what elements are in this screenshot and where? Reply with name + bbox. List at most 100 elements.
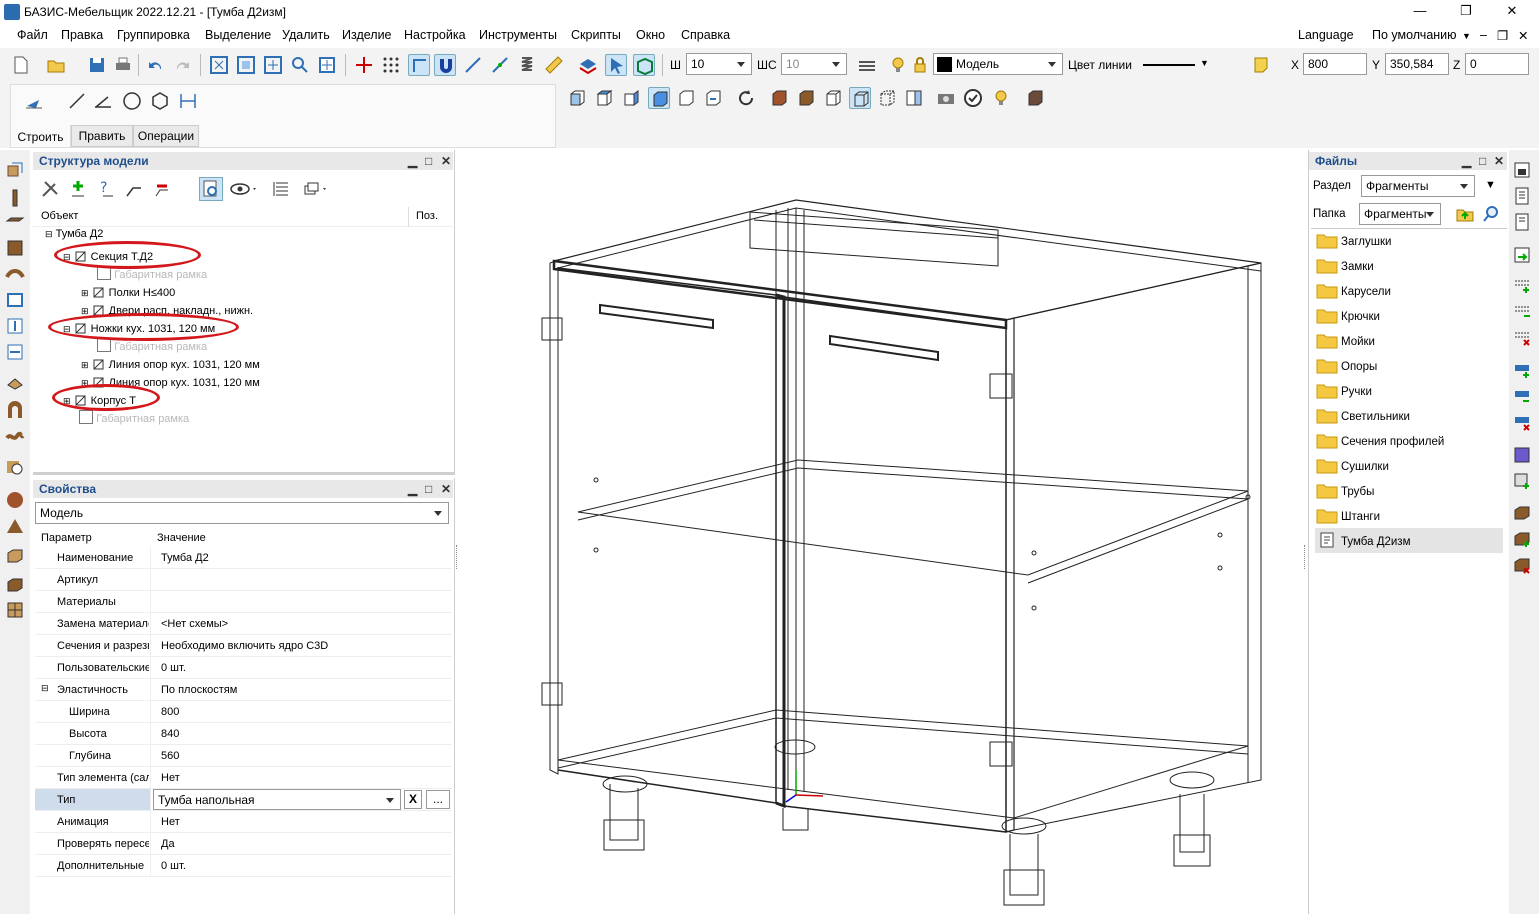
band-add-icon[interactable] bbox=[1512, 360, 1532, 380]
view-top-icon[interactable] bbox=[593, 87, 615, 109]
check-icon[interactable] bbox=[962, 87, 984, 109]
sticky-note-icon[interactable] bbox=[1250, 54, 1272, 76]
cutout-add-icon[interactable] bbox=[1512, 471, 1532, 491]
prop-row-width[interactable]: Ширина 800 bbox=[35, 701, 452, 723]
maximize-icon[interactable]: ❐ bbox=[1443, 0, 1489, 24]
shaded-render-icon[interactable] bbox=[795, 87, 817, 109]
drawer-icon[interactable] bbox=[5, 574, 25, 594]
view-iso-icon[interactable] bbox=[648, 87, 670, 109]
pan-icon[interactable] bbox=[316, 54, 338, 76]
prop-row-additional[interactable]: Дополнительные 0 шт. bbox=[35, 855, 452, 877]
box-icon[interactable] bbox=[5, 546, 25, 566]
x-coordinate-input[interactable]: 800 bbox=[1303, 53, 1367, 75]
file-item-truby[interactable]: Трубы bbox=[1341, 486, 1374, 498]
undo-icon[interactable] bbox=[145, 54, 167, 76]
file-item-moiki[interactable]: Мойки bbox=[1341, 336, 1375, 348]
visibility-eye-icon[interactable] bbox=[229, 178, 259, 200]
new-file-icon[interactable] bbox=[10, 54, 32, 76]
horizontal-dim-icon[interactable] bbox=[5, 342, 25, 362]
camera-icon[interactable] bbox=[935, 87, 957, 109]
spring-remove-icon[interactable] bbox=[1512, 327, 1532, 347]
menu-window[interactable]: Окно bbox=[636, 28, 665, 42]
save-icon[interactable] bbox=[86, 54, 108, 76]
panel-minimize-icon[interactable]: ▁ bbox=[408, 154, 417, 168]
shs-input[interactable]: 10 bbox=[781, 53, 847, 75]
vertical-panel-icon[interactable] bbox=[5, 188, 25, 208]
wireframe-render-icon[interactable] bbox=[822, 87, 844, 109]
line-snap-icon[interactable] bbox=[462, 54, 484, 76]
prop-row-type[interactable]: Тип Тумба напольная X ... bbox=[35, 789, 452, 811]
sheet-icon[interactable] bbox=[1512, 160, 1532, 180]
object-selector[interactable]: Модель bbox=[35, 502, 449, 524]
search-icon[interactable] bbox=[1481, 204, 1501, 224]
front-panel-icon[interactable] bbox=[5, 238, 25, 258]
menu-group[interactable]: Группировка bbox=[117, 28, 190, 42]
band-remove-icon[interactable] bbox=[1512, 412, 1532, 432]
menu-edit[interactable]: Правка bbox=[61, 28, 103, 42]
prop-row-height[interactable]: Высота 840 bbox=[35, 723, 452, 745]
group-icon[interactable] bbox=[301, 178, 331, 200]
file-item-opory[interactable]: Опоры bbox=[1341, 361, 1377, 373]
profile-dropdown[interactable]: По умолчанию bbox=[1372, 28, 1457, 42]
menu-tools[interactable]: Инструменты bbox=[479, 28, 557, 42]
menu-product[interactable]: Изделие bbox=[342, 28, 392, 42]
ruler-icon[interactable] bbox=[543, 54, 565, 76]
query-node-icon[interactable]: ? bbox=[95, 178, 117, 200]
file-item-svetilniki[interactable]: Светильники bbox=[1341, 411, 1410, 423]
zoom-all-icon[interactable] bbox=[208, 54, 230, 76]
tab-edit[interactable]: Править bbox=[71, 125, 133, 147]
type-select[interactable]: Тумба напольная bbox=[153, 789, 401, 810]
panel-minimize-icon[interactable]: ▁ bbox=[408, 482, 417, 496]
file-item-sushilki[interactable]: Сушилки bbox=[1341, 461, 1389, 473]
select-3d-icon[interactable] bbox=[633, 54, 655, 76]
view-custom-icon[interactable] bbox=[702, 87, 724, 109]
cutout-icon[interactable] bbox=[1512, 445, 1532, 465]
prop-row-depth[interactable]: Глубина 560 bbox=[35, 745, 452, 767]
line-tool-icon[interactable] bbox=[66, 90, 88, 112]
file-item-tumba[interactable]: Тумба Д2изм bbox=[1341, 536, 1410, 548]
textured-render-icon[interactable] bbox=[768, 87, 790, 109]
snap-grid-icon[interactable] bbox=[353, 54, 375, 76]
menu-settings[interactable]: Настройка bbox=[404, 28, 466, 42]
view-side-icon[interactable] bbox=[620, 87, 642, 109]
menu-help[interactable]: Справка bbox=[681, 28, 730, 42]
right-splitter-handle[interactable] bbox=[1304, 545, 1306, 569]
tab-build[interactable]: Строить bbox=[11, 125, 71, 147]
band-edit-icon[interactable] bbox=[1512, 386, 1532, 406]
arch-icon[interactable] bbox=[5, 400, 25, 420]
find-in-model-icon[interactable] bbox=[199, 177, 223, 201]
point-snap-icon[interactable] bbox=[489, 54, 511, 76]
spring-add-icon[interactable] bbox=[1512, 275, 1532, 295]
menu-select[interactable]: Выделение bbox=[205, 28, 271, 42]
light-icon[interactable] bbox=[990, 87, 1012, 109]
specification-icon[interactable] bbox=[1512, 212, 1532, 232]
report-icon[interactable] bbox=[1512, 186, 1532, 206]
section-select[interactable]: Фрагменты bbox=[1361, 175, 1475, 197]
prop-row-article[interactable]: Артикул bbox=[35, 569, 452, 591]
rotate-view-icon[interactable] bbox=[735, 87, 757, 109]
branch-icon[interactable] bbox=[123, 178, 145, 200]
open-folder-icon[interactable] bbox=[45, 54, 67, 76]
panel-float-icon[interactable]: □ bbox=[1479, 154, 1486, 168]
file-item-karuseli[interactable]: Карусели bbox=[1341, 286, 1391, 298]
export-icon[interactable] bbox=[1512, 245, 1532, 265]
horizontal-panel-icon[interactable] bbox=[5, 212, 25, 232]
sh-input[interactable]: 10 bbox=[686, 53, 752, 75]
zoom-icon[interactable] bbox=[289, 54, 311, 76]
panel-float-icon[interactable]: □ bbox=[425, 154, 432, 168]
lock-icon[interactable] bbox=[909, 54, 931, 76]
wave-panel-icon[interactable] bbox=[5, 426, 25, 446]
language-menu[interactable]: Language bbox=[1298, 28, 1354, 42]
layer-select[interactable]: Модель bbox=[933, 53, 1063, 75]
splitter[interactable] bbox=[33, 472, 455, 475]
prop-row-material-replace[interactable]: Замена материалов<Нет схемы> bbox=[35, 613, 452, 635]
prop-row-animation[interactable]: Анимация Нет bbox=[35, 811, 452, 833]
prop-row-materials[interactable]: Материалы bbox=[35, 591, 452, 613]
hidden-lines-icon[interactable] bbox=[849, 87, 871, 109]
folder-up-icon[interactable] bbox=[1455, 204, 1475, 224]
layer-stack-icon[interactable] bbox=[856, 54, 878, 76]
panel-float-icon[interactable]: □ bbox=[425, 482, 432, 496]
remove-node-icon[interactable] bbox=[151, 178, 173, 200]
dimension-tool-icon[interactable] bbox=[177, 90, 199, 112]
add-node-icon[interactable] bbox=[67, 178, 89, 200]
